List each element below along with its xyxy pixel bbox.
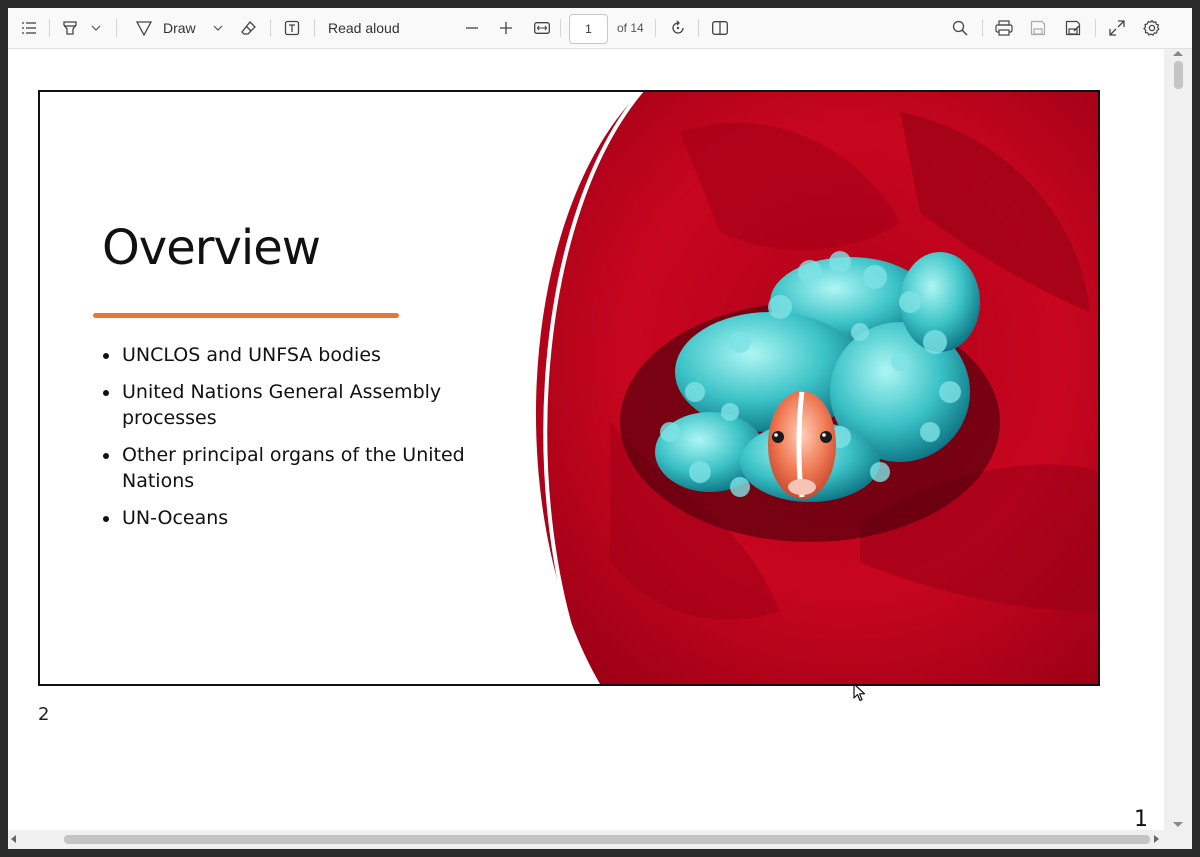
draw-button[interactable]: Draw [163,8,199,48]
vertical-scroll-thumb[interactable] [1174,61,1183,89]
title-underline [93,313,399,318]
separator [116,19,117,37]
page-number-input[interactable]: 1 [569,14,608,44]
scroll-down-icon[interactable] [1173,822,1183,827]
chevron-down-icon[interactable] [210,8,226,48]
chevron-down-icon[interactable] [88,8,104,48]
vertical-scrollbar[interactable] [1164,49,1192,830]
eraser-icon[interactable] [238,8,260,48]
draw-label: Draw [163,20,196,36]
separator [698,19,699,37]
separator [1095,19,1096,37]
separator [314,19,315,37]
toolbar: Draw Read aloud 1 of 14 [8,8,1192,49]
bullet-item: UN-Oceans [100,505,500,531]
slide-title: Overview [102,220,321,276]
document-view[interactable]: Overview UNCLOS and UNFSA bodies United … [8,49,1164,832]
highlight-icon[interactable] [59,8,81,48]
separator [982,19,983,37]
rotate-icon[interactable] [667,8,689,48]
fullscreen-icon[interactable] [1106,8,1128,48]
page-count-label: of 14 [617,21,644,35]
separator [560,19,561,37]
settings-icon[interactable] [1141,8,1163,48]
contents-icon[interactable] [18,8,40,48]
fit-width-icon[interactable] [531,8,553,48]
horizontal-scrollbar[interactable] [8,830,1164,849]
mouse-cursor-icon [853,683,866,702]
bullet-item: United Nations General Assembly processe… [100,379,500,431]
save-icon[interactable] [1027,8,1049,48]
pdf-viewer-window: Draw Read aloud 1 of 14 Overview UNCLOS … [8,8,1192,849]
draw-icon[interactable] [133,8,155,48]
scroll-up-icon[interactable] [1173,51,1183,56]
slide-page: Overview UNCLOS and UNFSA bodies United … [38,90,1100,686]
separator [49,19,50,37]
bullet-list: UNCLOS and UNFSA bodies United Nations G… [100,342,500,542]
clownfish-anemone-photo [536,92,1098,684]
read-aloud-button[interactable]: Read aloud [328,8,400,48]
scroll-right-icon[interactable] [1154,835,1159,843]
save-as-icon[interactable] [1062,8,1084,48]
slide-number: 2 [38,704,50,725]
separator [270,19,271,37]
scrollbar-corner [1164,830,1192,849]
text-box-icon[interactable] [281,8,303,48]
horizontal-scroll-thumb[interactable] [64,835,1150,844]
page-number-value: 1 [585,22,592,36]
read-aloud-label: Read aloud [328,20,400,36]
bullet-item: UNCLOS and UNFSA bodies [100,342,500,368]
separator [655,19,656,37]
zoom-in-icon[interactable] [497,8,515,48]
page-view-icon[interactable] [709,8,731,48]
bullet-item: Other principal organs of the United Nat… [100,442,500,494]
scroll-left-icon[interactable] [11,835,16,843]
zoom-out-icon[interactable] [463,8,481,48]
print-icon[interactable] [993,8,1015,48]
pdf-page-number: 1 [1134,807,1148,832]
search-icon[interactable] [949,8,971,48]
